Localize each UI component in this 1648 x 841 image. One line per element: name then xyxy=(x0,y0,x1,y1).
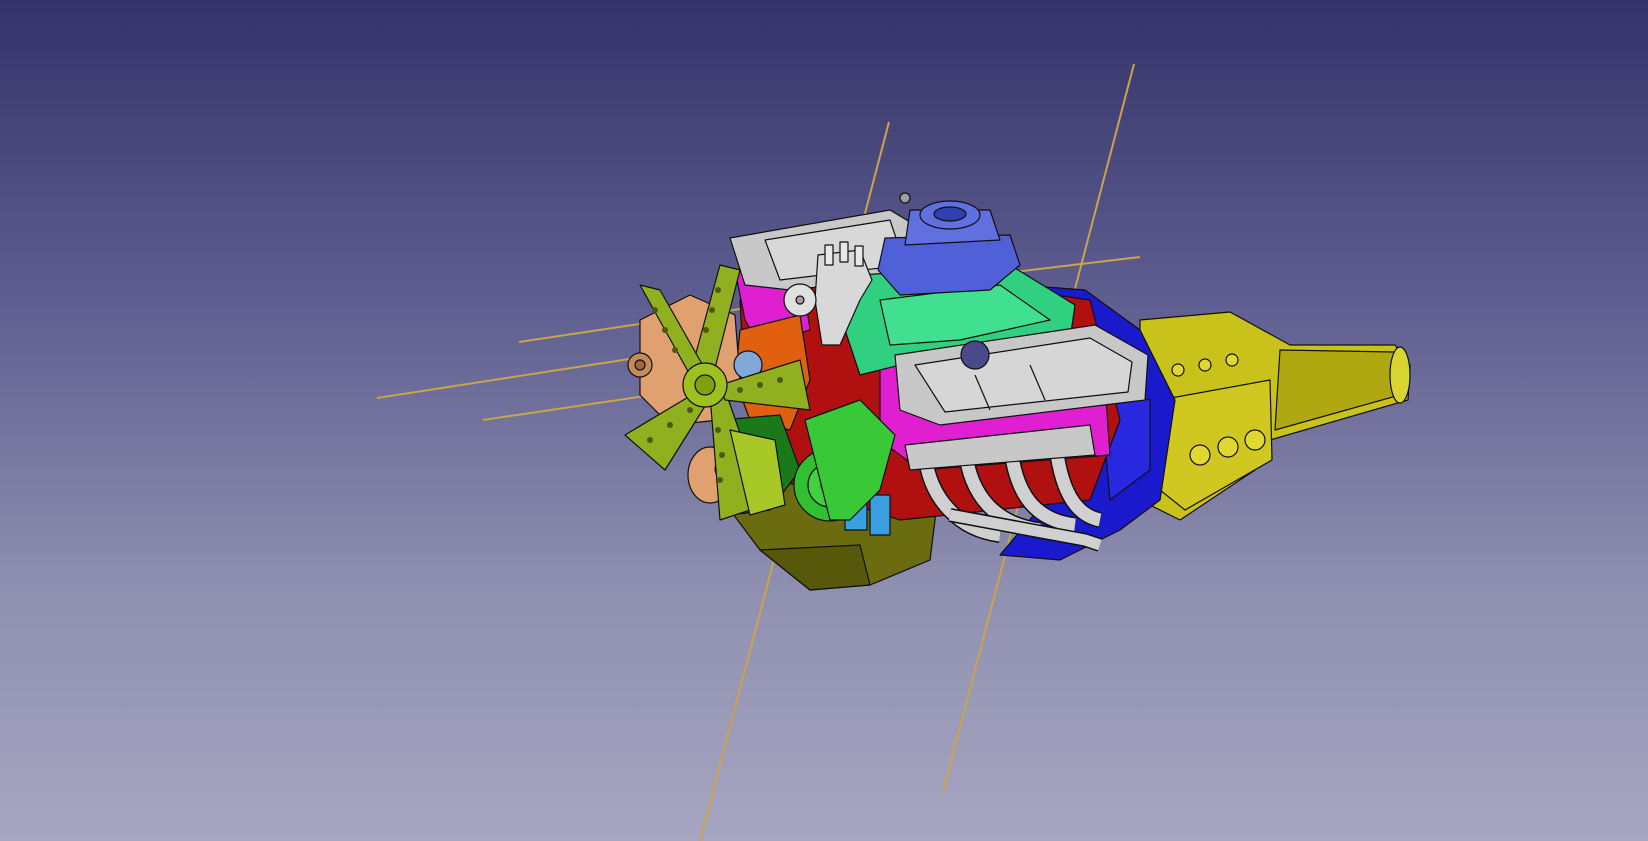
3d-viewport[interactable] xyxy=(0,0,1648,841)
engine-model-scene[interactable] xyxy=(0,0,1648,841)
carburetor[interactable] xyxy=(877,192,1021,296)
transmission[interactable] xyxy=(1139,311,1411,521)
